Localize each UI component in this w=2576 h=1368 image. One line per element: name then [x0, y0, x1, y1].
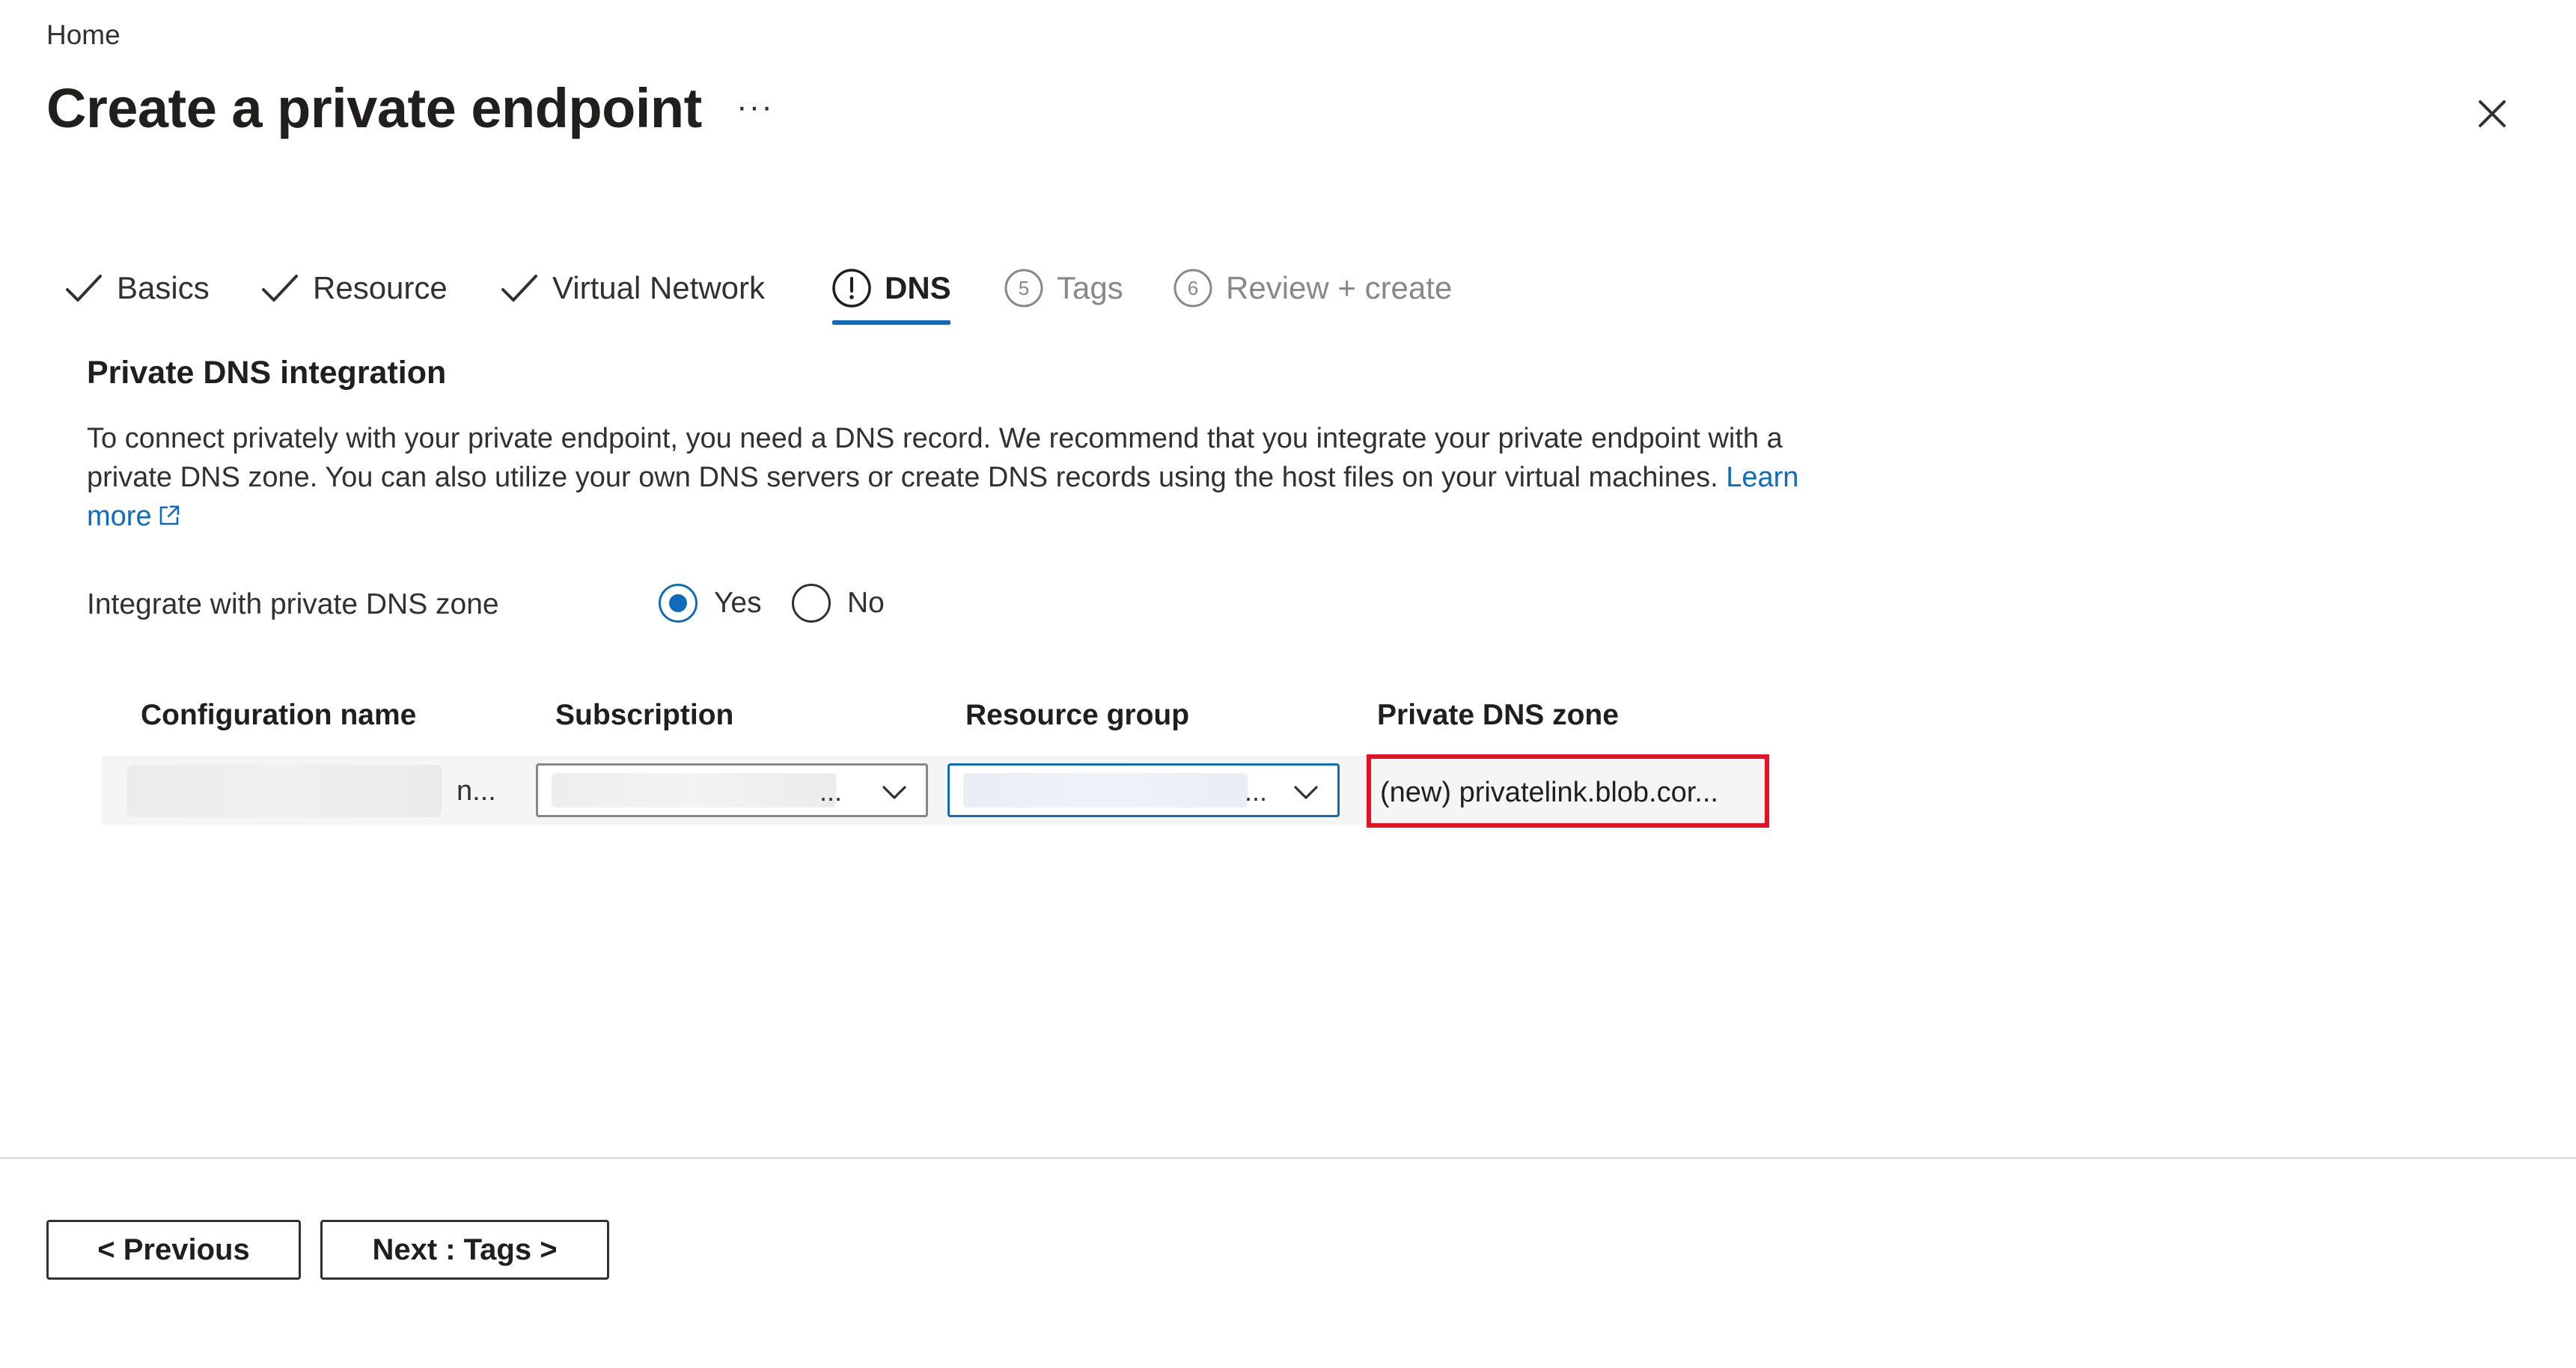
tab-label: Resource — [313, 270, 448, 305]
resource-group-dropdown[interactable]: ... — [947, 763, 1340, 817]
step-5-icon: 5 — [1004, 269, 1043, 308]
private-dns-zone-value: (new) privatelink.blob.cor... — [1380, 777, 1718, 808]
redacted-config-name — [127, 765, 442, 817]
tab-basics[interactable]: Basics — [63, 263, 210, 313]
section-description: To connect privately with your private e… — [87, 419, 1808, 536]
warning-circle-icon — [832, 269, 871, 308]
column-header-configuration-name: Configuration name — [141, 699, 417, 731]
radio-label: Yes — [714, 587, 762, 619]
more-options-button[interactable]: ··· — [736, 88, 774, 126]
radio-no[interactable]: No — [792, 581, 885, 626]
section-heading: Private DNS integration — [87, 355, 447, 391]
subscription-dropdown[interactable]: ... — [536, 763, 928, 817]
checkmark-icon — [262, 275, 298, 302]
svg-text:6: 6 — [1188, 277, 1198, 299]
column-header-private-dns-zone: Private DNS zone — [1377, 699, 1619, 731]
close-button[interactable] — [2470, 91, 2515, 136]
tab-virtual-network[interactable]: Virtual Network — [498, 263, 765, 313]
radio-yes[interactable]: Yes — [659, 581, 762, 626]
resource-group-value: ... — [1245, 776, 1268, 807]
footer-divider — [0, 1157, 2576, 1159]
redacted-subscription — [552, 773, 836, 807]
configuration-name-value: n... — [457, 775, 496, 807]
close-icon — [2479, 100, 2506, 127]
integrate-dns-label: Integrate with private DNS zone — [87, 588, 499, 620]
column-header-resource-group: Resource group — [965, 699, 1190, 731]
previous-button[interactable]: < Previous — [46, 1220, 301, 1280]
active-tab-indicator — [832, 320, 950, 325]
tab-label: Review + create — [1226, 270, 1453, 305]
tab-label: DNS — [885, 270, 951, 305]
checkmark-icon — [501, 275, 537, 302]
svg-text:5: 5 — [1019, 277, 1029, 299]
page-title: Create a private endpoint — [46, 77, 702, 139]
next-tags-button[interactable]: Next : Tags > — [320, 1220, 609, 1280]
checkmark-icon — [66, 275, 102, 302]
redacted-resource-group — [963, 773, 1248, 807]
column-header-subscription: Subscription — [555, 699, 734, 731]
tab-label: Virtual Network — [552, 270, 765, 305]
tab-dns[interactable]: DNS — [831, 263, 951, 313]
description-text: To connect privately with your private e… — [87, 423, 1783, 493]
tab-label: Basics — [117, 270, 210, 305]
tab-label: Tags — [1057, 270, 1123, 305]
chevron-down-icon — [1294, 786, 1318, 799]
breadcrumb-home[interactable]: Home — [46, 19, 120, 51]
chevron-down-icon — [882, 786, 906, 799]
radio-label: No — [847, 587, 885, 619]
private-dns-zone-cell[interactable]: (new) privatelink.blob.cor... — [1367, 754, 1769, 828]
tab-tags[interactable]: 5 Tags — [1003, 263, 1123, 313]
subscription-value: ... — [820, 776, 843, 807]
radio-button-unchecked[interactable] — [792, 584, 831, 623]
radio-button-checked[interactable] — [659, 584, 698, 623]
tab-review-create[interactable]: 6 Review + create — [1172, 263, 1452, 313]
step-6-icon: 6 — [1173, 269, 1212, 308]
tab-resource[interactable]: Resource — [259, 263, 448, 313]
external-link-icon — [159, 505, 179, 525]
